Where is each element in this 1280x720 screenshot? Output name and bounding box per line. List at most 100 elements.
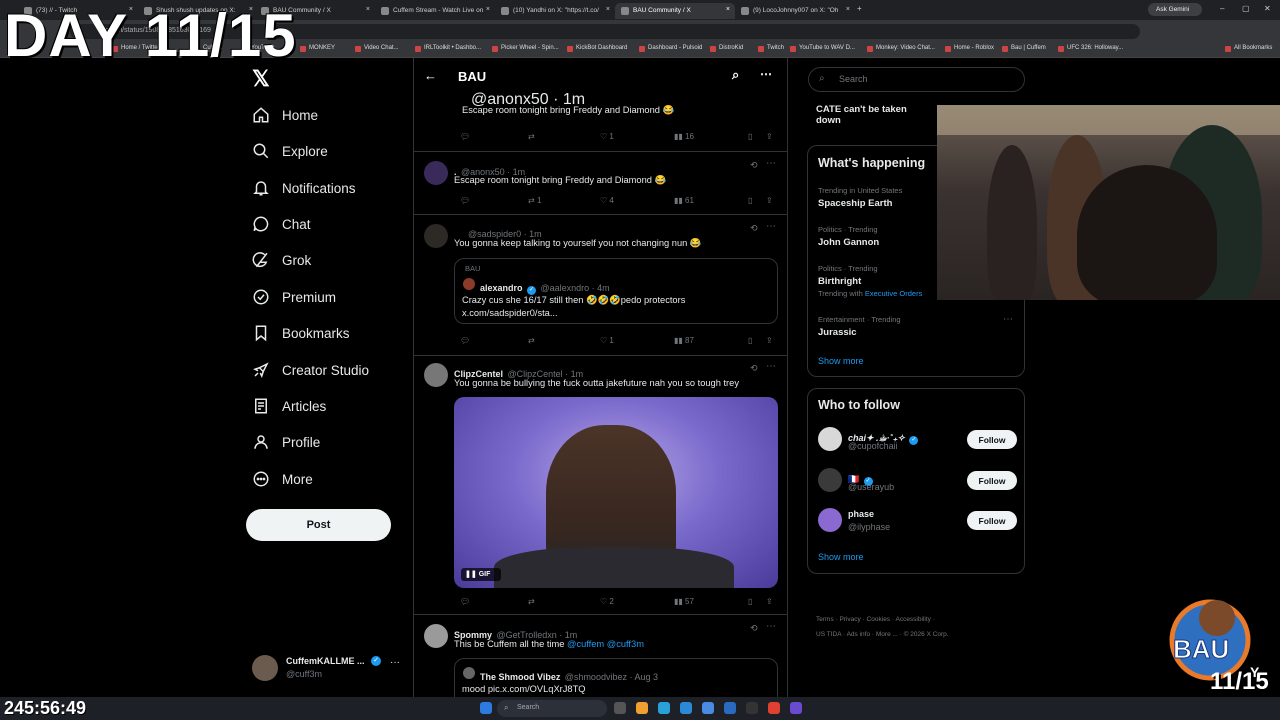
bookmark-item[interactable]: Twitch — [758, 45, 784, 52]
windows-start-icon[interactable] — [480, 702, 492, 714]
more-dots-icon[interactable]: ⋯ — [766, 361, 776, 372]
mention-link[interactable]: @cuffem — [567, 639, 604, 649]
trend-item[interactable]: Entertainment · Trending Jurassic — [818, 315, 901, 338]
share-icon[interactable]: ⇪ — [766, 196, 773, 205]
nav-bookmarks[interactable]: Bookmarks — [252, 318, 350, 348]
close-icon[interactable]: × — [486, 6, 490, 13]
bookmark-item[interactable]: DistroKid — [710, 45, 743, 52]
post-button[interactable]: Post — [246, 509, 391, 541]
maximize-icon[interactable]: ▢ — [1242, 4, 1250, 13]
more-dots-icon[interactable]: ⋯ — [766, 158, 776, 169]
views-icon[interactable]: ▮▮ 57 — [674, 597, 694, 606]
views-icon[interactable]: ▮▮ 16 — [674, 132, 694, 141]
tweet[interactable]: . @anonx50 · 1m ⟲ ⋯ Escape room tonight … — [414, 153, 787, 215]
x-logo-icon[interactable]: 𝕏 — [252, 66, 270, 92]
more-dots-icon[interactable]: ⋯ — [766, 621, 776, 632]
follow-suggestion[interactable]: 🇫🇷 ✓ @userayub Follow — [818, 468, 1018, 496]
nav-profile[interactable]: Profile — [252, 427, 320, 457]
quoted-tweet[interactable]: BAU alexandro ✓ @aalexndro · 4m Crazy cu… — [454, 258, 778, 324]
like-icon[interactable]: ♡ 1 — [600, 132, 614, 141]
show-more-link[interactable]: Show more — [818, 356, 864, 366]
reply-icon[interactable]: 💬︎ — [460, 132, 470, 141]
footer-link[interactable]: More ... — [876, 631, 898, 638]
gif-media[interactable]: ❚❚ GIF — [454, 397, 778, 588]
views-icon[interactable]: ▮▮ 87 — [674, 336, 694, 345]
account-switcher[interactable]: CuffemKALLME ... ✓ @cuff3m ··· — [252, 655, 412, 685]
follow-button[interactable]: Follow — [967, 471, 1017, 490]
trend-item[interactable]: Trending in United States Spaceship Earth — [818, 186, 902, 209]
mention-link[interactable]: @cuff3m — [607, 639, 644, 649]
discord-icon[interactable] — [790, 702, 802, 714]
quoted-tweet[interactable]: The Shmood Vibez @shmoodvibez · Aug 3 mo… — [454, 658, 778, 698]
edge-icon[interactable] — [658, 702, 670, 714]
reply-icon[interactable]: 💬︎ — [460, 597, 470, 606]
browser-tab[interactable]: (9) LocoJohnny007 on X: "Oh × — [735, 3, 855, 19]
footer-link[interactable]: US TIDA — [816, 631, 841, 638]
all-bookmarks[interactable]: All Bookmarks — [1225, 45, 1272, 52]
footer-link[interactable]: Privacy — [839, 616, 860, 623]
show-more-link[interactable]: Show more — [818, 552, 864, 562]
grok-icon[interactable]: ⟲ — [750, 160, 758, 171]
views-icon[interactable]: ▮▮ 61 — [674, 196, 694, 205]
search-icon[interactable]: ⌕ — [732, 67, 739, 83]
bookmark-item[interactable]: MONKEY — [300, 45, 335, 52]
follow-suggestion[interactable]: chai✦ .☕︎·˚₊✧ ✓ @cupofchaii Follow — [818, 427, 1018, 455]
footer-link[interactable]: Ads info — [847, 631, 871, 638]
app-icon[interactable] — [702, 702, 714, 714]
bookmark-item[interactable]: Home - Roblox — [945, 45, 994, 52]
tweet[interactable]: @anonx50 · 1m Escape room tonight bring … — [414, 88, 787, 152]
share-icon[interactable]: ⇪ — [766, 336, 773, 345]
nav-more[interactable]: More — [252, 464, 313, 494]
footer-link[interactable]: Cookies — [867, 616, 890, 623]
close-icon[interactable]: × — [726, 6, 730, 13]
footer-link[interactable]: Terms — [816, 616, 834, 623]
bookmark-item[interactable]: Dashboard - Pulsoid — [639, 45, 702, 52]
more-dots-icon[interactable]: ⋯ — [1003, 314, 1013, 325]
more-dots-icon[interactable]: ⋯ — [766, 221, 776, 232]
nav-articles[interactable]: Articles — [252, 391, 326, 421]
retweet-icon[interactable]: ⇄ — [528, 132, 535, 141]
browser-tab[interactable]: Cuffem Stream - Watch Live on × — [375, 3, 495, 19]
nav-home[interactable]: Home — [252, 100, 318, 130]
browser-tab[interactable]: (10) Yandhi on X: "https://t.co/ × — [495, 3, 615, 19]
nav-explore[interactable]: Explore — [252, 136, 328, 166]
share-icon[interactable]: ⇪ — [766, 597, 773, 606]
banner-text[interactable]: CATE can't be taken down — [816, 104, 931, 126]
chrome-icon[interactable] — [768, 702, 780, 714]
like-icon[interactable]: ♡ 4 — [600, 196, 614, 205]
share-icon[interactable]: ⇪ — [766, 132, 773, 141]
minimize-icon[interactable]: – — [1220, 4, 1224, 13]
close-icon[interactable]: × — [366, 6, 370, 13]
grok-icon[interactable]: ⟲ — [750, 223, 758, 234]
bookmark-item[interactable]: Video Chat... — [355, 45, 399, 52]
gif-badge[interactable]: ❚❚ GIF — [461, 568, 501, 581]
nav-chat[interactable]: Chat — [252, 209, 311, 239]
bookmark-icon[interactable]: ▯ — [748, 132, 752, 141]
bookmark-item[interactable]: Picker Wheel - Spin... — [492, 45, 559, 52]
bookmark-icon[interactable]: ▯ — [748, 336, 752, 345]
bookmark-item[interactable]: Monkey: Video Chat... — [867, 45, 935, 52]
back-arrow-icon[interactable]: ← — [424, 68, 437, 83]
grok-icon[interactable]: ⟲ — [750, 623, 758, 634]
more-dots-icon[interactable]: ··· — [390, 657, 400, 668]
bookmark-icon[interactable]: ▯ — [748, 597, 752, 606]
new-tab-icon[interactable]: + — [857, 4, 862, 13]
follow-suggestion[interactable]: phase @ilyphase Follow — [818, 508, 1018, 536]
reply-icon[interactable]: 💬︎ — [460, 196, 470, 205]
search-input[interactable]: ⌕ Search — [808, 67, 1025, 92]
retweet-icon[interactable]: ⇄ — [528, 597, 535, 606]
bookmark-icon[interactable]: ▯ — [748, 196, 752, 205]
browser-tab-active[interactable]: BAU Community / X × — [615, 3, 735, 19]
tweet[interactable]: @sadspider0 · 1m ⟲ ⋯ You gonna keep talk… — [414, 216, 787, 356]
file-explorer-icon[interactable] — [636, 702, 648, 714]
obs-icon[interactable] — [746, 702, 758, 714]
trend-item[interactable]: Politics · Trending Birthright Trending wi… — [818, 264, 922, 298]
taskbar-search[interactable]: ⌕ Search — [497, 700, 607, 717]
task-view-icon[interactable] — [614, 702, 626, 714]
bookmark-item[interactable]: IRLToolkit • Dashbo... — [415, 45, 481, 52]
trend-item[interactable]: Politics · Trending John Gannon — [818, 225, 879, 248]
like-icon[interactable]: ♡ 1 — [600, 336, 614, 345]
retweet-icon[interactable]: ⇄ 1 — [528, 196, 541, 205]
close-icon[interactable]: × — [606, 6, 610, 13]
retweet-icon[interactable]: ⇄ — [528, 336, 535, 345]
